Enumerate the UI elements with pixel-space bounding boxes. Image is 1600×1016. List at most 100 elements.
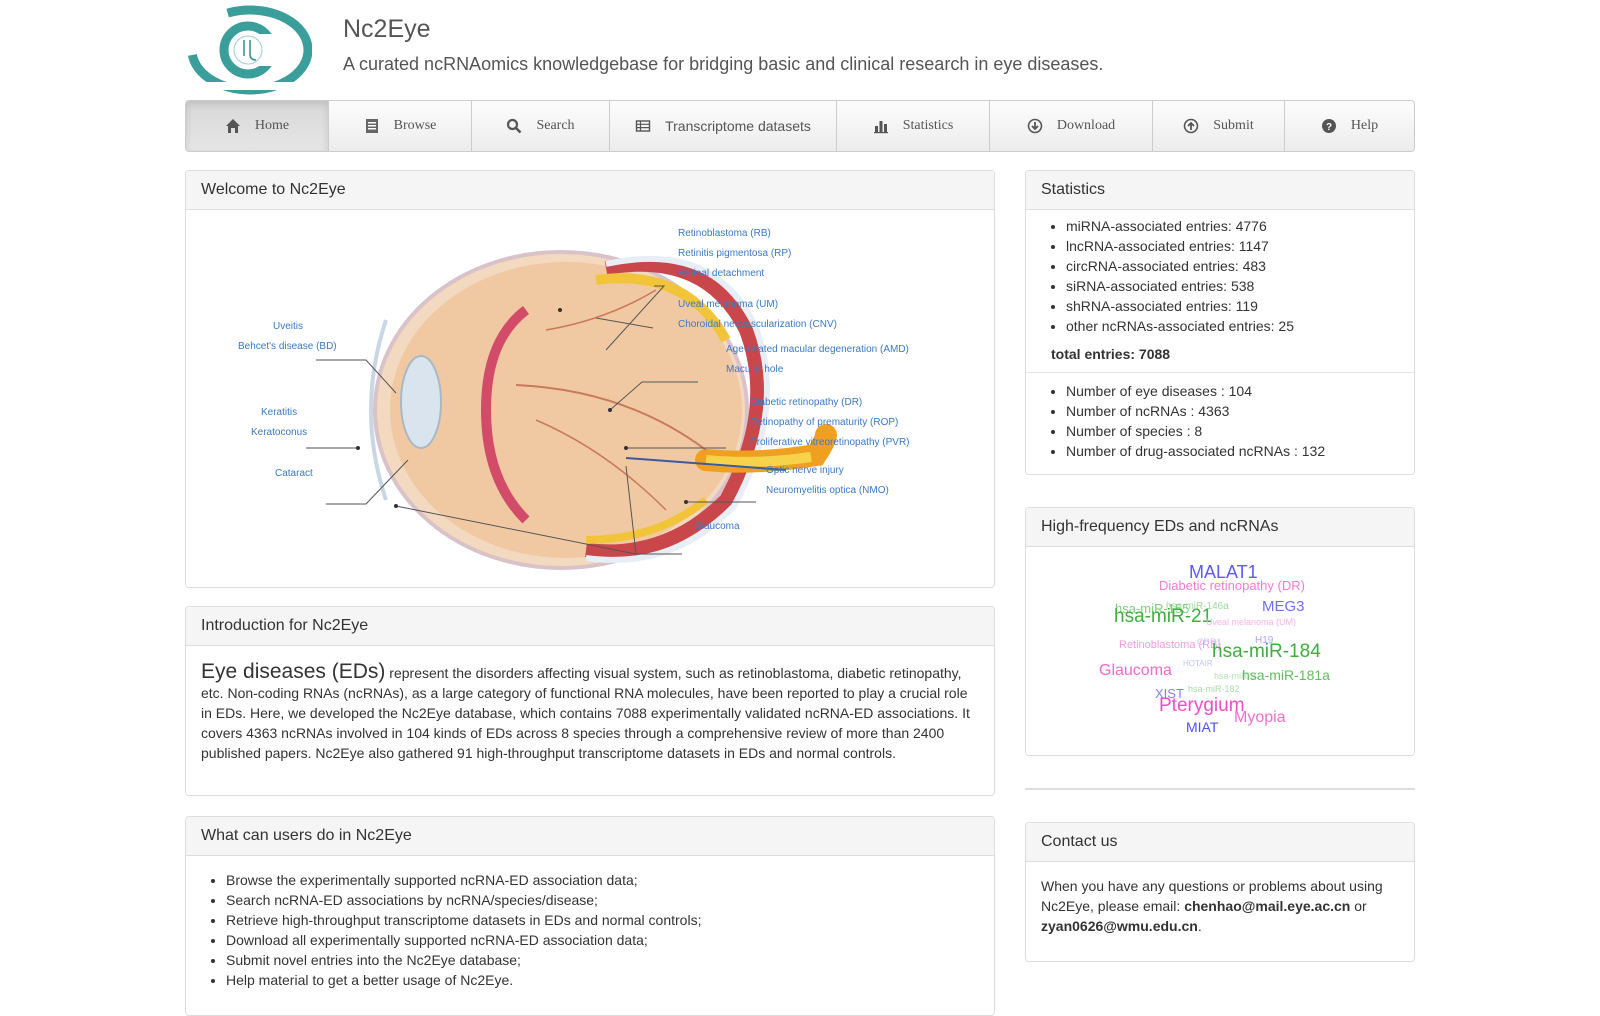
nav-statistics[interactable]: Statistics	[837, 101, 990, 151]
label-uveal-melanoma[interactable]: Uveal melanoma (UM)	[678, 299, 778, 310]
nav-home-label: Home	[254, 118, 290, 133]
label-cataract[interactable]: Cataract	[275, 468, 313, 479]
word-myopia[interactable]: Myopia	[1234, 709, 1286, 727]
contact-title: Contact us	[1026, 823, 1414, 862]
divider	[1026, 372, 1414, 373]
label-rop[interactable]: Retinopathy of prematurity (ROP)	[750, 417, 898, 428]
email-link-1[interactable]: chenhao@mail.eye.ac.cn	[1184, 898, 1350, 914]
word-miat[interactable]: MIAT	[1186, 719, 1218, 735]
list-icon	[364, 118, 380, 134]
list-item: Browse the experimentally supported ncRN…	[226, 870, 979, 890]
word-cloud: MALAT1 Diabetic retinopathy (DR) hsa-miR…	[1026, 547, 1414, 755]
nav-home[interactable]: Home	[186, 101, 329, 151]
eye-anatomy-illustration	[306, 250, 837, 570]
word-diabetic-retinopathy[interactable]: Diabetic retinopathy (DR)	[1159, 578, 1305, 593]
site-subtitle: A curated ncRNAomics knowledgebase for b…	[343, 54, 1104, 74]
list-item: Number of species : 8	[1066, 421, 1399, 441]
nav-browse[interactable]: Browse	[329, 101, 472, 151]
word-uveal-melanoma[interactable]: Uveal melanoma (UM)	[1206, 617, 1296, 627]
table-icon	[635, 118, 651, 134]
download-circle-icon	[1027, 118, 1043, 134]
contact-panel: Contact us When you have any questions o…	[1025, 822, 1415, 962]
entries-list: miRNA-associated entries: 4776 lncRNA-as…	[1041, 216, 1399, 336]
nav-statistics-label: Statistics	[902, 118, 954, 133]
intro-panel: Introduction for Nc2Eye Eye diseases (ED…	[185, 606, 995, 796]
nav-submit[interactable]: Submit	[1153, 101, 1285, 151]
nc2eye-logo	[186, 4, 314, 96]
bar-chart-icon	[873, 118, 889, 134]
upload-circle-icon	[1183, 118, 1199, 134]
section-divider	[1025, 788, 1415, 790]
nav-transcriptome-label: Transcriptome datasets	[665, 118, 811, 134]
label-behcets-disease[interactable]: Behcet's disease (BD)	[238, 341, 337, 352]
label-glaucoma[interactable]: Glaucoma	[694, 521, 740, 532]
label-macular-hole[interactable]: Macular hole	[726, 364, 783, 375]
label-uveitis[interactable]: Uveitis	[273, 321, 303, 332]
word-hsa-mir-182[interactable]: hsa-miR-182	[1188, 684, 1240, 694]
list-item: Search ncRNA-ED associations by ncRNA/sp…	[226, 890, 979, 910]
eye-diagram: Retinoblastoma (RB) Retinitis pigmentosa…	[186, 210, 994, 588]
intro-title: Introduction for Nc2Eye	[186, 607, 994, 646]
contact-end: .	[1197, 918, 1202, 934]
contact-or: or	[1350, 898, 1367, 914]
high-frequency-title: High-frequency EDs and ncRNAs	[1026, 508, 1414, 547]
nav-search[interactable]: Search	[472, 101, 610, 151]
list-item: Retrieve high-throughput transcriptome d…	[226, 910, 979, 930]
nav-help-label: Help	[1350, 118, 1379, 133]
word-meg3[interactable]: MEG3	[1262, 598, 1305, 615]
email-link-2[interactable]: zyan0626@wmu.edu.cn	[1041, 918, 1198, 934]
home-icon	[225, 118, 241, 134]
word-glaucoma[interactable]: Glaucoma	[1099, 662, 1172, 680]
what-title: What can users do in Nc2Eye	[186, 817, 994, 856]
total-entries: total entries: 7088	[1051, 346, 1171, 362]
label-retinal-detachment[interactable]: Retinal detachment	[678, 268, 764, 279]
label-amd[interactable]: Age-related macular degeneration (AMD)	[726, 344, 909, 355]
list-item: lncRNA-associated entries: 1147	[1066, 236, 1399, 256]
list-item: circRNA-associated entries: 483	[1066, 256, 1399, 276]
what-panel: What can users do in Nc2Eye Browse the e…	[185, 816, 995, 1016]
main-nav: Home Browse Search Transcriptome dataset…	[185, 100, 1415, 152]
list-item: Number of ncRNAs : 4363	[1066, 401, 1399, 421]
list-item: Download all experimentally supported nc…	[226, 930, 979, 950]
word-hsa-mir-181a[interactable]: hsa-miR-181a	[1242, 667, 1330, 683]
nav-help[interactable]: ? Help	[1285, 101, 1414, 151]
list-item: shRNA-associated entries: 119	[1066, 296, 1399, 316]
label-retinoblastoma[interactable]: Retinoblastoma (RB)	[678, 228, 771, 239]
nav-submit-label: Submit	[1213, 118, 1254, 133]
label-retinitis-pigmentosa[interactable]: Retinitis pigmentosa (RP)	[678, 248, 791, 259]
word-pterygium[interactable]: Pterygium	[1159, 695, 1245, 717]
label-pvr[interactable]: Proliferative vitreoretinopathy (PVR)	[750, 437, 910, 448]
label-diabetic-retinopathy[interactable]: Diabetic retinopathy (DR)	[750, 397, 862, 408]
statistics-title: Statistics	[1026, 171, 1414, 210]
list-item: siRNA-associated entries: 538	[1066, 276, 1399, 296]
intro-text: Eye diseases (EDs) represent the disorde…	[201, 660, 979, 763]
numbers-list: Number of eye diseases : 104 Number of n…	[1041, 381, 1399, 461]
list-item: Number of drug-associated ncRNAs : 132	[1066, 441, 1399, 461]
label-optic-nerve-injury[interactable]: Optic nerve injury	[766, 465, 844, 476]
label-keratoconus[interactable]: Keratoconus	[251, 427, 307, 438]
label-keratitis[interactable]: Keratitis	[261, 407, 297, 418]
nav-download[interactable]: Download	[990, 101, 1153, 151]
list-item: miRNA-associated entries: 4776	[1066, 216, 1399, 236]
nav-browse-label: Browse	[393, 118, 437, 133]
what-list: Browse the experimentally supported ncRN…	[201, 870, 979, 990]
nav-transcriptome-datasets[interactable]: Transcriptome datasets	[610, 101, 837, 151]
intro-lead: Eye diseases (EDs)	[201, 660, 386, 683]
high-frequency-panel: High-frequency EDs and ncRNAs MALAT1 Dia…	[1025, 507, 1415, 756]
statistics-panel: Statistics miRNA-associated entries: 477…	[1025, 170, 1415, 475]
site-title: Nc2Eye	[343, 15, 431, 43]
list-item: Submit novel entries into the Nc2Eye dat…	[226, 950, 979, 970]
label-cnv[interactable]: Choroidal neovascularization (CNV)	[678, 319, 837, 330]
welcome-panel: Welcome to Nc2Eye Retinoblastoma (RB) Re…	[185, 170, 995, 588]
label-nmo[interactable]: Neuromyelitis optica (NMO)	[766, 485, 889, 496]
word-hotair[interactable]: HOTAIR	[1183, 659, 1213, 668]
nav-search-label: Search	[536, 118, 575, 133]
nav-download-label: Download	[1056, 118, 1116, 133]
list-item: other ncRNAs-associated entries: 25	[1066, 316, 1399, 336]
word-hsa-mir-184[interactable]: hsa-miR-184	[1212, 641, 1321, 663]
word-hsa-mir-21[interactable]: hsa-miR-21	[1114, 606, 1212, 628]
list-item: Number of eye diseases : 104	[1066, 381, 1399, 401]
svg-text:?: ?	[1326, 122, 1332, 133]
list-item: Help material to get a better usage of N…	[226, 970, 979, 990]
search-icon	[506, 118, 522, 134]
